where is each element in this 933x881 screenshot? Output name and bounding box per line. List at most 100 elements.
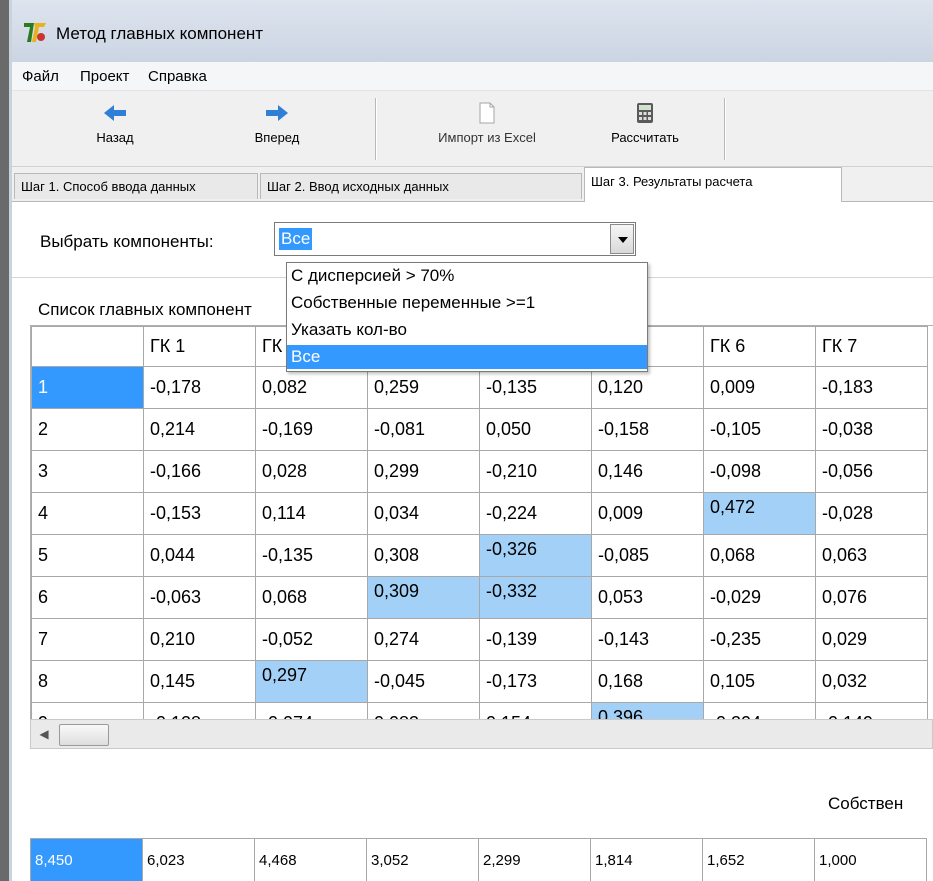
table-cell[interactable]: 0,214 (143, 408, 256, 451)
table-row[interactable]: 6 -0,063 0,068 0,309 -0,332 0,053 -0,029 0,076 (31, 576, 928, 619)
table-cell[interactable]: -0,326 (479, 534, 592, 577)
eigenvalues-grid[interactable]: 8,450 6,023 4,468 3,052 2,299 1,814 1,652 1,000 (30, 838, 927, 881)
title-bar[interactable]: Метод главных компонент (12, 0, 933, 62)
table-row[interactable]: 3 -0,166 0,028 0,299 -0,210 0,146 -0,098 -0,056 (31, 450, 928, 493)
tab-step-1[interactable]: Шаг 1. Способ ввода данных (14, 173, 258, 199)
table-cell[interactable]: 0,028 (255, 450, 368, 493)
eigenvalue-cell[interactable]: 8,450 (30, 838, 143, 881)
row-header-cell[interactable]: 5 (31, 534, 144, 577)
table-cell[interactable]: -0,158 (591, 408, 704, 451)
table-cell[interactable]: -0,056 (815, 450, 928, 493)
scrollbar-thumb[interactable] (59, 724, 109, 746)
menu-project[interactable]: Проект (80, 68, 129, 85)
import-excel-button[interactable]: Импорт из Excel (402, 98, 572, 160)
table-cell[interactable]: -0,166 (143, 450, 256, 493)
table-cell[interactable]: 0,082 (255, 366, 368, 409)
option-eigen-ge-1[interactable]: Собственные переменные >=1 (287, 291, 647, 315)
table-cell[interactable]: -0,235 (703, 618, 816, 661)
back-button[interactable]: Назад (70, 98, 160, 160)
table-cell[interactable]: 0,068 (255, 576, 368, 619)
table-cell[interactable]: -0,098 (703, 450, 816, 493)
components-grid[interactable]: ГК 1ГК 2ГК 3ГК 4ГК 5ГК 6ГК 71-0,1780,082… (30, 325, 933, 721)
table-row[interactable]: 2 0,214 -0,169 -0,081 0,050 -0,158 -0,105 -0,03… (31, 408, 928, 451)
components-dropdown-list[interactable]: С дисперсией > 70% Собственные переменны… (286, 262, 648, 372)
table-cell[interactable]: 0,034 (367, 492, 480, 535)
horizontal-scrollbar[interactable]: ◀ (30, 719, 933, 749)
column-header[interactable]: ГК 1 (143, 326, 256, 367)
option-specify-count[interactable]: Указать кол-во (287, 318, 647, 342)
table-cell[interactable]: -0,105 (703, 408, 816, 451)
table-cell[interactable]: -0,169 (255, 408, 368, 451)
row-header-cell[interactable]: 6 (31, 576, 144, 619)
scroll-left-icon[interactable]: ◀ (33, 722, 55, 746)
table-row[interactable]: 5 0,044 -0,135 0,308 -0,326 -0,085 0,068 0,063 (31, 534, 928, 577)
table-cell[interactable]: 0,210 (143, 618, 256, 661)
table-cell[interactable]: -0,029 (703, 576, 816, 619)
table-cell[interactable]: 0,050 (479, 408, 592, 451)
table-cell[interactable]: -0,135 (255, 534, 368, 577)
forward-button[interactable]: Вперед (232, 98, 322, 160)
table-cell[interactable]: 0,105 (703, 660, 816, 703)
table-row[interactable]: 8 0,145 0,297 -0,045 -0,173 0,168 0,105 0,032 (31, 660, 928, 703)
table-cell[interactable]: -0,178 (143, 366, 256, 409)
table-cell[interactable]: -0,085 (591, 534, 704, 577)
row-header-cell[interactable]: 1 (31, 366, 144, 409)
eigenvalue-cell[interactable]: 1,000 (814, 838, 927, 881)
table-cell[interactable]: 0,299 (367, 450, 480, 493)
table-cell[interactable]: 0,259 (367, 366, 480, 409)
row-header-cell[interactable]: 2 (31, 408, 144, 451)
table-cell[interactable]: -0,224 (479, 492, 592, 535)
table-cell[interactable]: -0,332 (479, 576, 592, 619)
table-cell[interactable]: 0,146 (591, 450, 704, 493)
eigenvalue-cell[interactable]: 1,814 (590, 838, 703, 881)
table-cell[interactable]: -0,081 (367, 408, 480, 451)
row-header-cell[interactable]: 7 (31, 618, 144, 661)
eigenvalue-cell[interactable]: 6,023 (142, 838, 255, 881)
eigenvalue-cell[interactable]: 1,652 (702, 838, 815, 881)
row-header-cell[interactable]: 4 (31, 492, 144, 535)
table-cell[interactable]: -0,210 (479, 450, 592, 493)
table-cell[interactable]: 0,145 (143, 660, 256, 703)
tab-step-2[interactable]: Шаг 2. Ввод исходных данных (260, 173, 582, 199)
combobox-dropdown-button[interactable] (610, 224, 634, 254)
option-variance-70[interactable]: С дисперсией > 70% (287, 264, 647, 288)
table-cell[interactable]: -0,045 (367, 660, 480, 703)
table-cell[interactable]: -0,183 (815, 366, 928, 409)
table-cell[interactable]: 0,009 (591, 492, 704, 535)
eigenvalue-cell[interactable]: 2,299 (478, 838, 591, 881)
column-header[interactable]: ГК 7 (815, 326, 928, 367)
eigenvalue-cell[interactable]: 3,052 (366, 838, 479, 881)
tab-step-3[interactable]: Шаг 3. Результаты расчета (584, 167, 842, 202)
menu-help[interactable]: Справка (148, 68, 207, 85)
column-header[interactable]: ГК 6 (703, 326, 816, 367)
table-cell[interactable]: 0,053 (591, 576, 704, 619)
table-cell[interactable]: 0,308 (367, 534, 480, 577)
table-cell[interactable]: -0,143 (591, 618, 704, 661)
table-cell[interactable]: 0,063 (815, 534, 928, 577)
table-cell[interactable]: -0,153 (143, 492, 256, 535)
table-cell[interactable]: 0,068 (703, 534, 816, 577)
table-row[interactable]: 7 0,210 -0,052 0,274 -0,139 -0,143 -0,235 0,029 (31, 618, 928, 661)
components-combobox[interactable]: Все (274, 222, 636, 256)
table-cell[interactable]: -0,139 (479, 618, 592, 661)
eigenvalue-cell[interactable]: 4,468 (254, 838, 367, 881)
table-cell[interactable]: 0,114 (255, 492, 368, 535)
option-all[interactable]: Все (287, 345, 647, 369)
table-cell[interactable]: 0,009 (703, 366, 816, 409)
table-cell[interactable]: 0,274 (367, 618, 480, 661)
table-cell[interactable]: -0,063 (143, 576, 256, 619)
table-cell[interactable]: -0,173 (479, 660, 592, 703)
table-row[interactable]: 1 -0,178 0,082 0,259 -0,135 0,120 0,009 -0,183 (31, 366, 928, 409)
table-cell[interactable]: 0,120 (591, 366, 704, 409)
table-cell[interactable]: 0,168 (591, 660, 704, 703)
corner-header-cell[interactable] (31, 326, 144, 367)
table-row[interactable]: 4 -0,153 0,114 0,034 -0,224 0,009 0,472 -0,028 (31, 492, 928, 535)
table-cell[interactable]: 0,076 (815, 576, 928, 619)
table-cell[interactable]: -0,028 (815, 492, 928, 535)
menu-file[interactable]: Файл (22, 68, 59, 85)
table-cell[interactable]: 0,472 (703, 492, 816, 535)
row-header-cell[interactable]: 8 (31, 660, 144, 703)
table-cell[interactable]: -0,038 (815, 408, 928, 451)
table-cell[interactable]: -0,135 (479, 366, 592, 409)
table-cell[interactable]: 0,309 (367, 576, 480, 619)
